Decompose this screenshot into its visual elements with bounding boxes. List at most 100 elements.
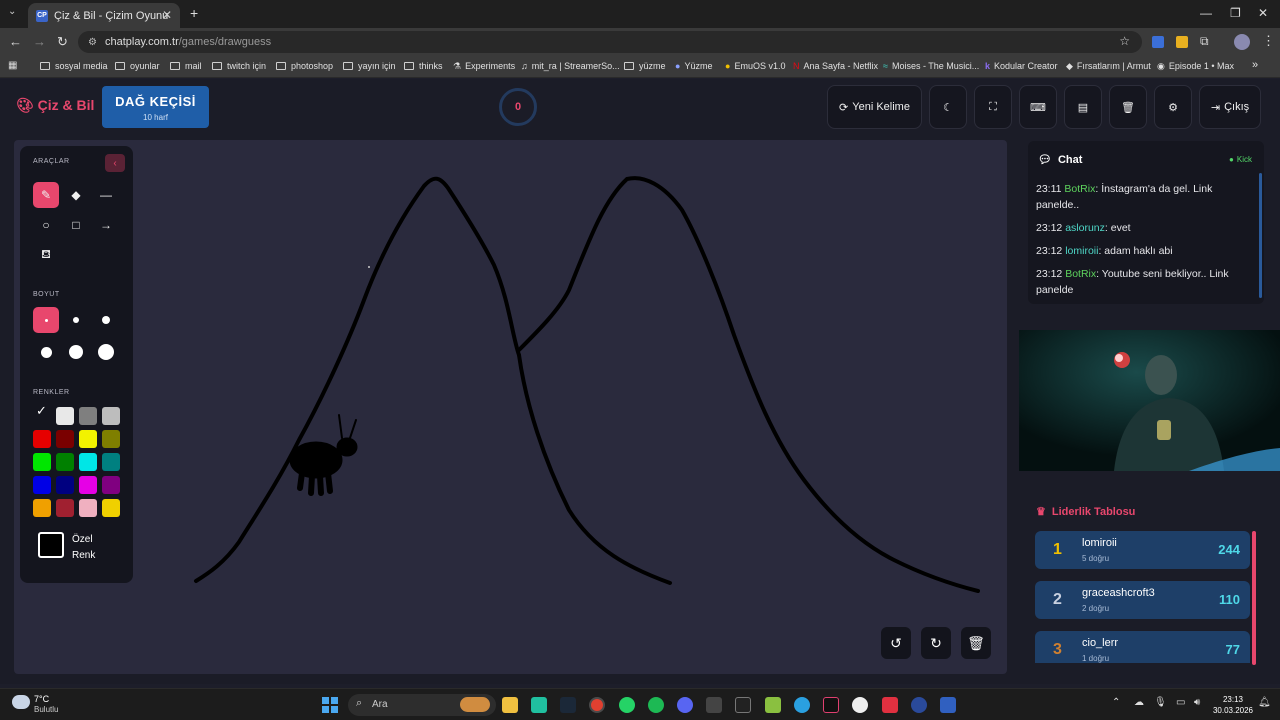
- color-swatch[interactable]: [33, 430, 51, 448]
- delete-button[interactable]: 🗑︎: [1109, 85, 1147, 129]
- bookmark-item[interactable]: ⚗ Experiments: [453, 61, 515, 72]
- eraser-tool-button[interactable]: ◆: [63, 182, 89, 208]
- tiktok-icon[interactable]: [823, 697, 839, 713]
- color-swatch[interactable]: [79, 430, 97, 448]
- discord-icon[interactable]: [677, 697, 693, 713]
- more-bookmarks-icon[interactable]: »: [1252, 59, 1258, 71]
- circle-tool-button[interactable]: ○: [33, 212, 59, 238]
- redo-button[interactable]: ↻: [921, 627, 951, 659]
- color-swatch[interactable]: [56, 499, 74, 517]
- exit-button[interactable]: ⇥ Çıkış: [1199, 85, 1261, 129]
- bookmark-item[interactable]: k Kodular Creator: [985, 61, 1058, 71]
- bookmark-item[interactable]: ♫ mit_ra | StreamerSo...: [521, 61, 620, 71]
- size-1-button[interactable]: [33, 307, 59, 333]
- line-tool-button[interactable]: —: [93, 182, 119, 208]
- color-swatch[interactable]: [102, 430, 120, 448]
- chrome-icon[interactable]: [589, 697, 605, 713]
- bookmark-item[interactable]: sosyal media: [40, 61, 108, 71]
- color-swatch[interactable]: [33, 453, 51, 471]
- weather-temp[interactable]: 7°C: [34, 694, 49, 704]
- epic-games-icon[interactable]: [735, 697, 751, 713]
- collapse-panel-button[interactable]: ‹: [105, 154, 125, 172]
- bookmark-item[interactable]: ● Yüzme: [675, 61, 712, 71]
- reload-icon[interactable]: ↻: [57, 34, 68, 50]
- brush-tool-button[interactable]: ✎: [33, 182, 59, 208]
- app-icon[interactable]: [852, 697, 868, 713]
- color-swatch[interactable]: [102, 499, 120, 517]
- windows-start-icon[interactable]: [322, 697, 338, 713]
- color-swatch[interactable]: [102, 407, 120, 425]
- file-explorer-icon[interactable]: [502, 697, 518, 713]
- spotify-icon[interactable]: [648, 697, 664, 713]
- bookmark-item[interactable]: oyunlar: [115, 61, 160, 71]
- clock-date[interactable]: 30.03.2026: [1208, 706, 1258, 715]
- drawing-canvas[interactable]: [14, 140, 1007, 674]
- bookmark-item[interactable]: mail: [170, 61, 202, 71]
- calculator-icon[interactable]: [940, 697, 956, 713]
- microphone-icon[interactable]: 🎙︎: [1154, 697, 1167, 708]
- size-6-button[interactable]: [93, 339, 119, 365]
- color-swatch[interactable]: [79, 453, 97, 471]
- bookmark-item[interactable]: thinks: [404, 61, 443, 71]
- tray-cloud-icon[interactable]: ☁: [1134, 697, 1144, 708]
- extensions-puzzle-icon[interactable]: ⧉: [1200, 34, 1209, 49]
- leaderboard-scrollbar[interactable]: [1252, 531, 1256, 665]
- arrow-tool-button[interactable]: →: [93, 212, 119, 238]
- recorder-icon[interactable]: [882, 697, 898, 713]
- size-4-button[interactable]: [33, 339, 59, 365]
- bluestacks-icon[interactable]: [765, 697, 781, 713]
- weather-desc[interactable]: Bulutlu: [34, 705, 58, 714]
- color-swatch[interactable]: [56, 476, 74, 494]
- capcut-icon[interactable]: [706, 697, 722, 713]
- obs-icon[interactable]: [911, 697, 927, 713]
- close-tab-icon[interactable]: ✕: [162, 8, 172, 22]
- extension-wallet-icon[interactable]: [1176, 36, 1188, 48]
- restore-icon[interactable]: ❐: [1230, 6, 1241, 20]
- chat-scrollbar[interactable]: [1259, 173, 1262, 298]
- size-2-button[interactable]: [63, 307, 89, 333]
- volume-icon[interactable]: 🔊︎: [1194, 697, 1200, 708]
- minimize-icon[interactable]: —: [1200, 6, 1212, 20]
- network-icon[interactable]: ▭: [1176, 697, 1185, 708]
- telegram-icon[interactable]: [794, 697, 810, 713]
- apps-grid-icon[interactable]: ▦: [8, 60, 17, 71]
- color-swatch[interactable]: [102, 476, 120, 494]
- color-swatch[interactable]: [79, 407, 97, 425]
- new-tab-icon[interactable]: +: [190, 5, 198, 21]
- back-icon[interactable]: ←: [9, 34, 22, 49]
- whatsapp-icon[interactable]: [619, 697, 635, 713]
- url-field[interactable]: ⚙ chatplay.com.tr/games/drawguess ☆: [78, 31, 1142, 53]
- bookmark-star-icon[interactable]: ☆: [1119, 34, 1130, 48]
- color-swatch[interactable]: [56, 430, 74, 448]
- settings-button[interactable]: ⚙: [1154, 85, 1192, 129]
- bookmark-item[interactable]: photoshop: [276, 61, 333, 71]
- bookmark-item[interactable]: yayın için: [343, 61, 396, 71]
- tab-search-icon[interactable]: ⌄: [8, 6, 16, 17]
- bookmark-item[interactable]: yüzme: [624, 61, 666, 71]
- custom-color-label[interactable]: Özel Renk: [72, 532, 95, 564]
- bookmark-item[interactable]: ● EmuOS v1.0: [725, 61, 785, 71]
- taskbar-search-box[interactable]: ⌕ Ara: [348, 694, 496, 716]
- color-swatch[interactable]: [56, 453, 74, 471]
- size-3-button[interactable]: [93, 307, 119, 333]
- bookmark-item[interactable]: twitch için: [212, 61, 266, 71]
- store-icon[interactable]: [531, 697, 547, 713]
- theme-toggle-button[interactable]: ☾: [929, 85, 967, 129]
- bookmark-item[interactable]: N Ana Sayfa - Netflix: [793, 61, 878, 71]
- bookmark-item[interactable]: ◆ Fırsatlarım | Armut: [1066, 61, 1151, 72]
- close-window-icon[interactable]: ✕: [1258, 6, 1268, 20]
- keyboard-button[interactable]: ⌨: [1019, 85, 1057, 129]
- notifications-icon[interactable]: 🔔︎: [1258, 697, 1271, 708]
- bookmark-item[interactable]: ≈ Moises - The Musici...: [883, 61, 979, 71]
- tray-chevron-icon[interactable]: ⌃: [1112, 697, 1120, 708]
- browser-tab[interactable]: CP Çiz & Bil - Çizim Oyunu ✕: [28, 3, 180, 28]
- custom-color-swatch[interactable]: [38, 532, 64, 558]
- archive-button[interactable]: ▤: [1064, 85, 1102, 129]
- size-5-button[interactable]: [63, 339, 89, 365]
- color-swatch[interactable]: [79, 499, 97, 517]
- clear-canvas-button[interactable]: 🗑︎: [961, 627, 991, 659]
- color-swatch[interactable]: [79, 476, 97, 494]
- fill-tool-button[interactable]: ⛾: [33, 242, 59, 268]
- profile-avatar-icon[interactable]: [1234, 34, 1250, 50]
- color-swatch[interactable]: [56, 407, 74, 425]
